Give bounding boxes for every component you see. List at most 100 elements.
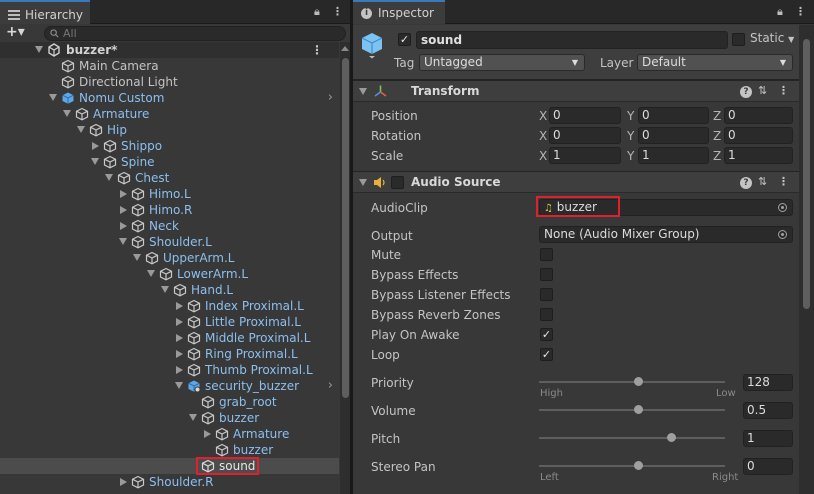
- fold-open-icon[interactable]: [77, 126, 85, 133]
- tree-item[interactable]: Chest: [0, 170, 339, 186]
- fold-closed-icon[interactable]: [120, 190, 127, 198]
- tree-item[interactable]: LowerArm.L: [0, 266, 339, 282]
- tree-item[interactable]: Hip: [0, 122, 339, 138]
- fold-closed-icon[interactable]: [120, 206, 127, 214]
- audioclip-field[interactable]: ♫ buzzer: [539, 199, 793, 216]
- fold-open-icon[interactable]: [147, 270, 155, 277]
- scale-y-field[interactable]: 1: [638, 147, 709, 164]
- static-dropdown[interactable]: Static ▼: [750, 31, 794, 45]
- fold-closed-icon[interactable]: [176, 350, 183, 358]
- fold-closed-icon[interactable]: [176, 318, 183, 326]
- scale-x-field[interactable]: 1: [549, 147, 621, 164]
- tree-item[interactable]: Ring Proximal.L: [0, 346, 339, 362]
- tree-item[interactable]: Thumb Proximal.L: [0, 362, 339, 378]
- priority-field[interactable]: 128: [743, 374, 793, 391]
- static-checkbox[interactable]: [732, 33, 745, 46]
- rotation-z-field[interactable]: 0: [724, 127, 793, 144]
- chevron-right-icon[interactable]: ›: [328, 378, 333, 394]
- bypass-effects-checkbox[interactable]: [540, 268, 553, 281]
- stereo-pan-slider-knob[interactable]: [634, 461, 643, 470]
- fold-closed-icon[interactable]: [92, 142, 99, 150]
- pitch-field[interactable]: 1: [743, 430, 793, 447]
- preset-sliders-icon[interactable]: ⇅: [758, 175, 767, 188]
- loop-checkbox[interactable]: ✓: [540, 348, 553, 361]
- output-field[interactable]: None (Audio Mixer Group): [539, 226, 793, 243]
- tree-item[interactable]: Little Proximal.L: [0, 314, 339, 330]
- tree-item[interactable]: Index Proximal.L: [0, 298, 339, 314]
- tag-dropdown[interactable]: Untagged ▼: [419, 54, 585, 71]
- fold-open-icon[interactable]: [105, 174, 113, 181]
- layer-dropdown[interactable]: Default ▼: [637, 54, 793, 71]
- scale-z-field[interactable]: 1: [724, 147, 793, 164]
- tab-inspector[interactable]: i Inspector: [353, 0, 445, 24]
- pitch-slider-knob[interactable]: [667, 433, 676, 442]
- tree-item[interactable]: Shoulder.R: [0, 474, 339, 490]
- fold-open-icon[interactable]: [35, 46, 43, 53]
- fold-open-icon[interactable]: [133, 254, 141, 261]
- hierarchy-scroll-thumb[interactable]: [342, 58, 349, 398]
- active-checkbox[interactable]: ✓: [398, 33, 411, 46]
- create-button[interactable]: +▾: [6, 25, 25, 39]
- pitch-slider[interactable]: [539, 433, 725, 442]
- tree-item[interactable]: Shippo: [0, 138, 339, 154]
- object-name-field[interactable]: sound: [416, 31, 728, 49]
- fold-open-icon[interactable]: [359, 88, 367, 95]
- help-icon[interactable]: ?: [740, 84, 752, 98]
- help-icon[interactable]: ?: [740, 175, 752, 189]
- tree-item[interactable]: Nomu Custom ›: [0, 90, 339, 106]
- audio-source-header[interactable]: Audio Source ? ⇅ ⋮: [353, 171, 799, 193]
- panel-menu-icon[interactable]: ⋮: [795, 5, 806, 18]
- bypass-reverb-checkbox[interactable]: [540, 308, 553, 321]
- fold-open-icon[interactable]: [49, 94, 57, 101]
- component-menu-icon[interactable]: ⋮: [778, 84, 789, 97]
- preset-sliders-icon[interactable]: ⇅: [758, 84, 767, 97]
- volume-slider-knob[interactable]: [634, 405, 643, 414]
- tab-hierarchy[interactable]: Hierarchy: [0, 0, 90, 24]
- position-y-field[interactable]: 0: [638, 107, 709, 124]
- stereo-pan-slider[interactable]: [539, 461, 725, 470]
- position-x-field[interactable]: 0: [549, 107, 621, 124]
- tree-item[interactable]: UpperArm.L: [0, 250, 339, 266]
- tree-item[interactable]: Neck: [0, 218, 339, 234]
- tree-item[interactable]: Spine: [0, 154, 339, 170]
- fold-open-icon[interactable]: [175, 382, 183, 389]
- volume-field[interactable]: 0.5: [743, 402, 793, 419]
- chevron-right-icon[interactable]: ›: [328, 90, 333, 106]
- fold-open-icon[interactable]: [359, 179, 367, 186]
- tree-item[interactable]: Armature: [0, 106, 339, 122]
- bypass-listener-checkbox[interactable]: [540, 288, 553, 301]
- tree-item[interactable]: Directional Light: [0, 74, 339, 90]
- audio-source-enabled-checkbox[interactable]: [391, 176, 404, 189]
- play-on-awake-checkbox[interactable]: ✓: [540, 328, 553, 341]
- fold-closed-icon[interactable]: [204, 430, 211, 438]
- mute-checkbox[interactable]: [540, 248, 553, 261]
- rotation-y-field[interactable]: 0: [638, 127, 709, 144]
- tree-item[interactable]: Shoulder.L: [0, 234, 339, 250]
- fold-closed-icon[interactable]: [120, 222, 127, 230]
- hierarchy-search-input[interactable]: All: [44, 26, 346, 41]
- lock-icon[interactable]: 🔒︎: [314, 5, 320, 19]
- object-picker-icon[interactable]: [778, 203, 787, 212]
- fold-closed-icon[interactable]: [120, 478, 127, 486]
- priority-slider-knob[interactable]: [634, 377, 643, 386]
- transform-header[interactable]: Transform ? ⇅ ⋮: [353, 80, 799, 102]
- priority-slider[interactable]: [539, 377, 725, 386]
- tree-item[interactable]: Himo.L: [0, 186, 339, 202]
- tree-item[interactable]: Himo.R: [0, 202, 339, 218]
- hierarchy-scrollbar[interactable]: [340, 42, 350, 494]
- stereo-pan-field[interactable]: 0: [743, 458, 793, 475]
- inspector-scrollbar[interactable]: [799, 25, 814, 494]
- tree-item-selected[interactable]: sound: [0, 458, 339, 474]
- scene-menu-icon[interactable]: ⋮: [311, 42, 323, 58]
- scroll-up-icon[interactable]: [341, 46, 349, 51]
- component-menu-icon[interactable]: ⋮: [778, 175, 789, 188]
- fold-open-icon[interactable]: [189, 414, 197, 421]
- tree-item[interactable]: Middle Proximal.L: [0, 330, 339, 346]
- inspector-scroll-thumb[interactable]: [803, 39, 810, 309]
- gameobject-large-icon[interactable]: [359, 31, 385, 59]
- position-z-field[interactable]: 0: [724, 107, 793, 124]
- fold-open-icon[interactable]: [63, 110, 71, 117]
- tree-item[interactable]: Hand.L: [0, 282, 339, 298]
- fold-closed-icon[interactable]: [176, 334, 183, 342]
- volume-slider[interactable]: [539, 405, 725, 414]
